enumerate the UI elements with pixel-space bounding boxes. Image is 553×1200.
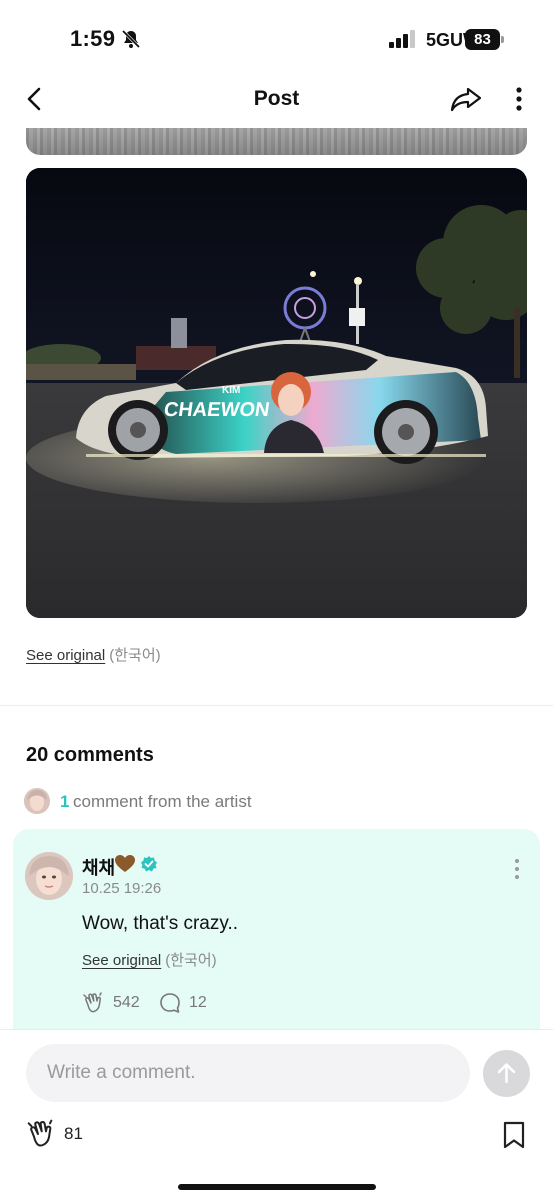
- home-indicator: [178, 1184, 376, 1190]
- comment-text: Wow, that's crazy..: [82, 913, 239, 934]
- comment-source-language: (한국어): [165, 952, 217, 969]
- signal-icon: [389, 30, 415, 48]
- arrow-up-icon: [497, 1063, 516, 1084]
- comment-likes-count: 542: [113, 994, 140, 1011]
- comments-heading: 20 comments: [26, 744, 154, 766]
- post-image[interactable]: KIM CHAEWON: [26, 168, 527, 618]
- see-original-comment: See original (한국어): [82, 949, 217, 970]
- artist-comment-label: comment from the artist: [73, 792, 252, 811]
- battery-level: 83: [465, 29, 500, 50]
- see-original-post: See original (한국어): [26, 644, 161, 665]
- see-original-comment-link[interactable]: See original: [82, 952, 161, 969]
- artist-comments-filter[interactable]: 1 comment from the artist: [24, 788, 424, 816]
- comment-more-icon[interactable]: [509, 857, 525, 881]
- comment-composer-bar: 81: [0, 1029, 553, 1200]
- comment-replies-count: 12: [189, 994, 207, 1011]
- post-clap-icon[interactable]: [26, 1118, 58, 1150]
- car-text-chaewon: CHAEWON: [162, 399, 271, 421]
- reply-icon[interactable]: [159, 992, 181, 1014]
- avatar[interactable]: [25, 852, 73, 900]
- bookmark-icon[interactable]: [500, 1120, 528, 1150]
- verified-icon: [141, 856, 157, 872]
- car-wrap-photo: KIM CHAEWON: [26, 168, 527, 618]
- bell-slash-icon: [121, 29, 141, 49]
- clap-icon[interactable]: [82, 991, 106, 1015]
- comment-timestamp: 10.25 19:26: [82, 880, 162, 897]
- status-time: 1:59: [70, 26, 116, 51]
- nav-bar: Post: [0, 70, 553, 128]
- previous-post-image[interactable]: [26, 128, 527, 155]
- artist-comment-card: 채채 10.25 19:26 Wow, that's crazy.. See o…: [13, 829, 540, 1029]
- comment-actions: 542 12: [82, 991, 282, 1015]
- artist-avatar: [24, 788, 50, 814]
- status-bar: 1:59 5GUW 83: [0, 0, 553, 70]
- share-icon[interactable]: [449, 84, 483, 114]
- divider: [0, 705, 553, 706]
- car-text-kim: KIM: [222, 385, 240, 396]
- brown-heart-icon: [115, 855, 135, 872]
- see-original-link[interactable]: See original: [26, 647, 105, 664]
- comment-author[interactable]: 채채: [82, 854, 115, 880]
- post-likes-count: 81: [64, 1124, 83, 1143]
- source-language: (한국어): [109, 647, 161, 664]
- more-vertical-icon[interactable]: [508, 84, 530, 114]
- artist-comment-count: 1: [60, 792, 70, 811]
- battery-icon: 83: [465, 29, 505, 50]
- battery-cap: [501, 36, 504, 43]
- send-button[interactable]: [483, 1050, 530, 1097]
- comment-input[interactable]: [26, 1044, 470, 1102]
